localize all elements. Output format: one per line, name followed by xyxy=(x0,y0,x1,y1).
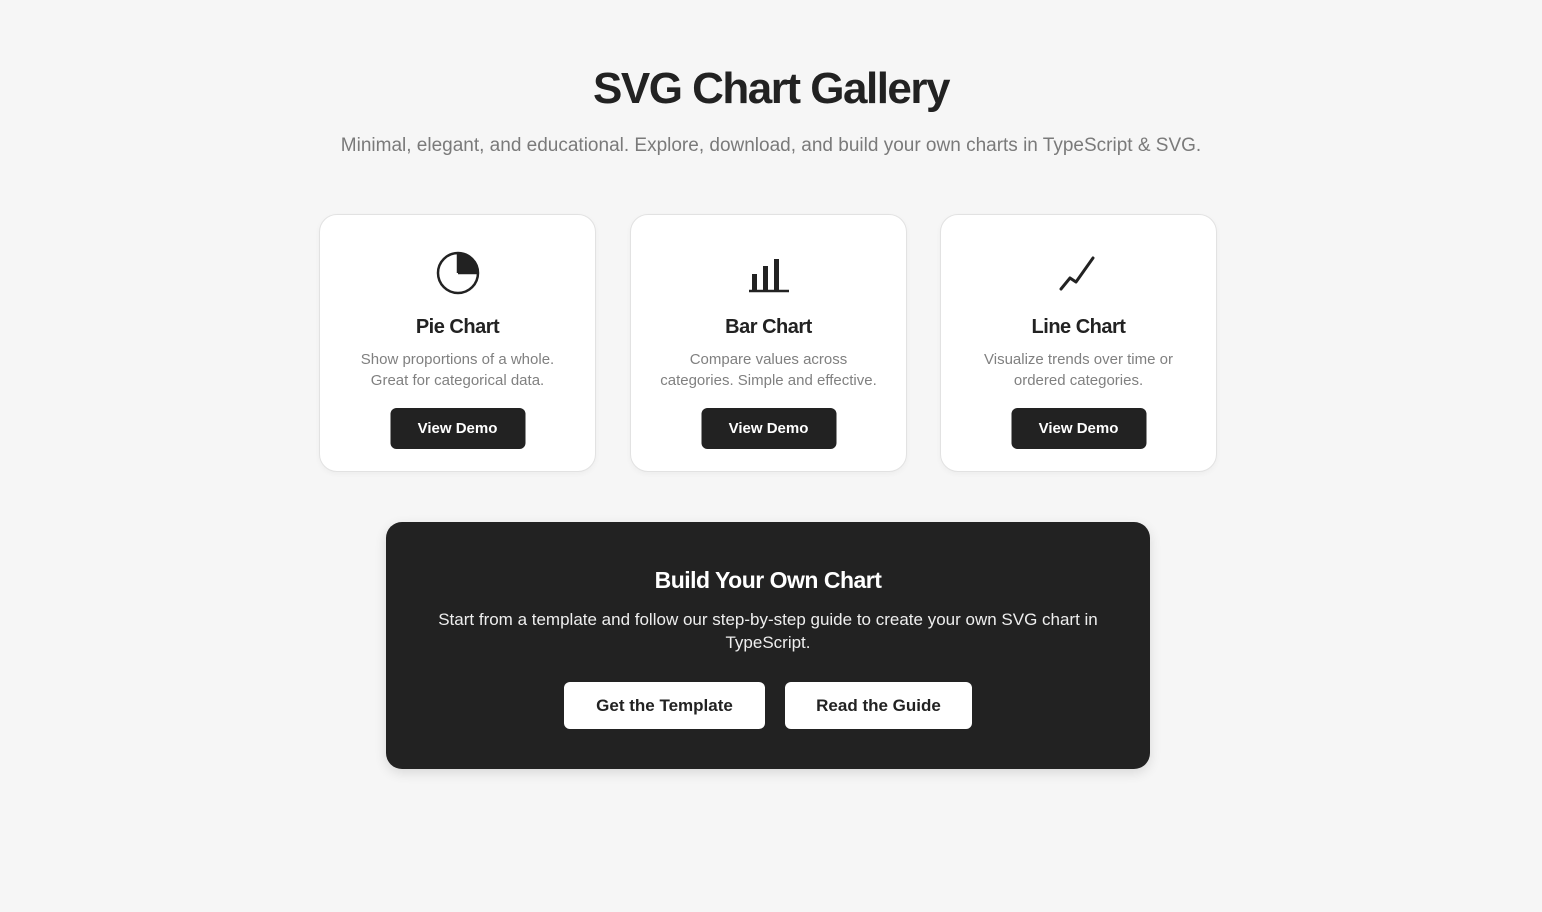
chart-card-bar: Bar Chart Compare values across categori… xyxy=(630,214,907,472)
read-guide-button[interactable]: Read the Guide xyxy=(785,682,972,729)
page-title: SVG Chart Gallery xyxy=(593,64,950,113)
line-chart-icon xyxy=(941,250,1216,296)
card-title: Pie Chart xyxy=(415,316,500,338)
card-description: Show proportions of a whole. Great for c… xyxy=(360,351,555,389)
chart-card-line: Line Chart Visualize trends over time or… xyxy=(940,214,1217,472)
card-title: Line Chart xyxy=(1031,316,1126,338)
bar-chart-icon xyxy=(631,250,906,296)
view-demo-button-pie[interactable]: View Demo xyxy=(390,408,525,449)
pie-chart-icon xyxy=(320,250,595,296)
get-template-button[interactable]: Get the Template xyxy=(564,682,765,729)
view-demo-button-bar[interactable]: View Demo xyxy=(701,408,836,449)
build-your-own-panel: Build Your Own Chart Start from a templa… xyxy=(386,522,1150,769)
cta-title: Build Your Own Chart xyxy=(654,567,882,593)
cta-description: Start from a template and follow our ste… xyxy=(438,610,1098,652)
card-title: Bar Chart xyxy=(725,316,812,338)
page-subtitle: Minimal, elegant, and educational. Explo… xyxy=(340,135,1202,156)
page: SVG Chart Gallery Minimal, elegant, and … xyxy=(0,0,1542,912)
chart-card-pie: Pie Chart Show proportions of a whole. G… xyxy=(319,214,596,472)
card-description: Visualize trends over time or ordered ca… xyxy=(984,351,1173,389)
card-description: Compare values across categories. Simple… xyxy=(660,351,877,389)
view-demo-button-line[interactable]: View Demo xyxy=(1011,408,1146,449)
